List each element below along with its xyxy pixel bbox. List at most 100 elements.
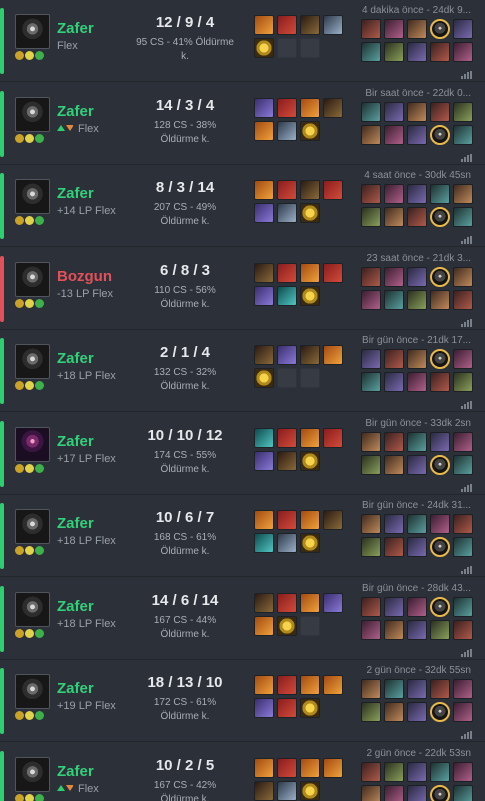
champion-icon[interactable] bbox=[430, 514, 450, 534]
champion-portrait-icon[interactable] bbox=[15, 262, 50, 297]
champion-icon[interactable] bbox=[407, 679, 427, 699]
champion-icon[interactable] bbox=[361, 207, 381, 227]
item-icon[interactable] bbox=[254, 98, 274, 118]
expand-signal-icon[interactable] bbox=[461, 479, 473, 492]
champion-icon[interactable] bbox=[384, 372, 404, 392]
champion-icon[interactable] bbox=[430, 372, 450, 392]
item-icon[interactable] bbox=[254, 533, 274, 553]
champion-icon[interactable] bbox=[453, 702, 473, 722]
champion-portrait-icon[interactable] bbox=[15, 757, 50, 792]
item-icon[interactable] bbox=[323, 758, 343, 778]
champion-icon[interactable] bbox=[384, 432, 404, 452]
item-icon[interactable] bbox=[254, 698, 274, 718]
item-icon[interactable] bbox=[323, 263, 343, 283]
champion-portrait-icon[interactable] bbox=[15, 592, 50, 627]
champion-icon[interactable] bbox=[361, 184, 381, 204]
champion-icon[interactable] bbox=[384, 455, 404, 475]
expand-signal-icon[interactable] bbox=[461, 726, 473, 739]
item-icon[interactable] bbox=[300, 533, 320, 553]
champion-icon[interactable] bbox=[384, 19, 404, 39]
expand-signal-icon[interactable] bbox=[461, 66, 473, 79]
player-champion-icon[interactable] bbox=[430, 267, 450, 287]
item-icon[interactable] bbox=[277, 675, 297, 695]
item-icon[interactable] bbox=[254, 368, 274, 388]
champion-icon[interactable] bbox=[384, 785, 404, 801]
champion-icon[interactable] bbox=[361, 290, 381, 310]
champion-icon[interactable] bbox=[361, 702, 381, 722]
champion-portrait-icon[interactable] bbox=[15, 97, 50, 132]
item-icon[interactable] bbox=[277, 451, 297, 471]
champion-icon[interactable] bbox=[453, 785, 473, 801]
item-icon[interactable] bbox=[254, 121, 274, 141]
champion-icon[interactable] bbox=[361, 537, 381, 557]
expand-signal-icon[interactable] bbox=[461, 644, 473, 657]
item-icon[interactable] bbox=[254, 345, 274, 365]
champion-icon[interactable] bbox=[453, 184, 473, 204]
champion-icon[interactable] bbox=[453, 620, 473, 640]
item-icon[interactable] bbox=[254, 263, 274, 283]
item-icon[interactable] bbox=[277, 180, 297, 200]
item-icon[interactable] bbox=[300, 15, 320, 35]
champion-portrait-icon[interactable] bbox=[15, 674, 50, 709]
match-row[interactable]: Zafer +18 LP Flex 10 / 6 / 7 168 CS - 61% Öl… bbox=[0, 495, 485, 577]
item-icon[interactable] bbox=[254, 758, 274, 778]
item-icon[interactable] bbox=[277, 345, 297, 365]
champion-icon[interactable] bbox=[430, 184, 450, 204]
champion-icon[interactable] bbox=[384, 207, 404, 227]
champion-icon[interactable] bbox=[384, 762, 404, 782]
item-icon[interactable] bbox=[300, 698, 320, 718]
item-icon[interactable] bbox=[323, 15, 343, 35]
champion-icon[interactable] bbox=[407, 620, 427, 640]
item-icon[interactable] bbox=[277, 121, 297, 141]
champion-icon[interactable] bbox=[407, 267, 427, 287]
champion-icon[interactable] bbox=[384, 514, 404, 534]
champion-icon[interactable] bbox=[407, 455, 427, 475]
champion-icon[interactable] bbox=[407, 372, 427, 392]
champion-icon[interactable] bbox=[384, 679, 404, 699]
expand-signal-icon[interactable] bbox=[461, 396, 473, 409]
champion-icon[interactable] bbox=[361, 679, 381, 699]
champion-icon[interactable] bbox=[361, 455, 381, 475]
champion-icon[interactable] bbox=[453, 455, 473, 475]
match-row[interactable]: Zafer +17 LP Flex 10 / 10 / 12 174 CS - 55%… bbox=[0, 413, 485, 495]
item-icon[interactable] bbox=[323, 98, 343, 118]
champion-icon[interactable] bbox=[453, 432, 473, 452]
champion-icon[interactable] bbox=[407, 514, 427, 534]
champion-icon[interactable] bbox=[407, 537, 427, 557]
item-icon[interactable] bbox=[323, 428, 343, 448]
champion-icon[interactable] bbox=[407, 42, 427, 62]
champion-icon[interactable] bbox=[407, 102, 427, 122]
item-icon[interactable] bbox=[254, 781, 274, 801]
item-icon[interactable] bbox=[254, 180, 274, 200]
item-icon[interactable] bbox=[254, 428, 274, 448]
match-row[interactable]: Zafer Flex 14 / 3 / 4 128 CS - 38% Öldürme k… bbox=[0, 83, 485, 165]
champion-icon[interactable] bbox=[384, 102, 404, 122]
player-champion-icon[interactable] bbox=[430, 19, 450, 39]
expand-signal-icon[interactable] bbox=[461, 149, 473, 162]
item-icon[interactable] bbox=[300, 98, 320, 118]
champion-icon[interactable] bbox=[453, 207, 473, 227]
item-icon[interactable] bbox=[300, 428, 320, 448]
champion-icon[interactable] bbox=[361, 620, 381, 640]
champion-icon[interactable] bbox=[430, 620, 450, 640]
champion-portrait-icon[interactable] bbox=[15, 179, 50, 214]
item-icon[interactable] bbox=[254, 675, 274, 695]
item-icon[interactable] bbox=[323, 593, 343, 613]
champion-icon[interactable] bbox=[453, 125, 473, 145]
champion-portrait-icon[interactable] bbox=[15, 344, 50, 379]
champion-icon[interactable] bbox=[453, 372, 473, 392]
champion-icon[interactable] bbox=[453, 290, 473, 310]
champion-icon[interactable] bbox=[361, 102, 381, 122]
match-row[interactable]: Zafer +18 LP Flex 14 / 6 / 14 167 CS - 44% Ö… bbox=[0, 578, 485, 660]
champion-icon[interactable] bbox=[453, 349, 473, 369]
player-champion-icon[interactable] bbox=[430, 785, 450, 801]
champion-icon[interactable] bbox=[430, 762, 450, 782]
champion-icon[interactable] bbox=[407, 290, 427, 310]
champion-icon[interactable] bbox=[361, 514, 381, 534]
expand-signal-icon[interactable] bbox=[461, 561, 473, 574]
champion-icon[interactable] bbox=[453, 19, 473, 39]
champion-icon[interactable] bbox=[384, 597, 404, 617]
champion-icon[interactable] bbox=[384, 267, 404, 287]
match-row[interactable]: Zafer +18 LP Flex 2 / 1 / 4 132 CS - 32% Öld… bbox=[0, 330, 485, 412]
champion-icon[interactable] bbox=[407, 597, 427, 617]
